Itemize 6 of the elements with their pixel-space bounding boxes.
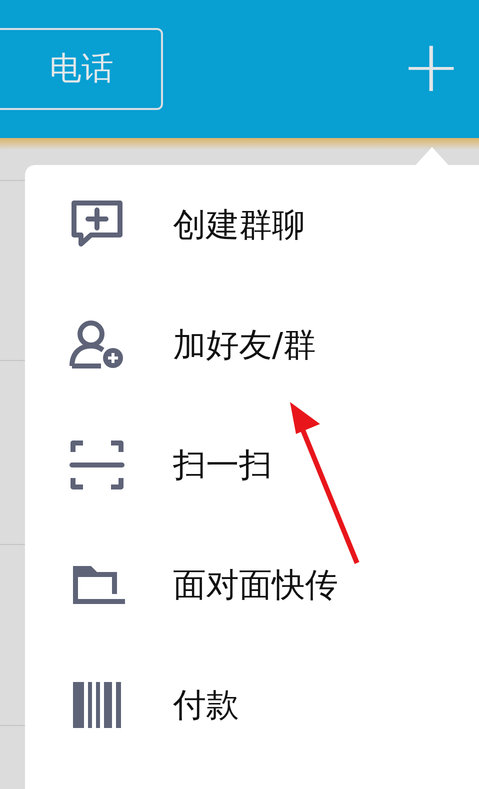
menu-item[interactable]: 创建群聊 bbox=[25, 165, 479, 285]
scan-icon bbox=[69, 438, 125, 492]
menu-item[interactable]: 加好友/群 bbox=[25, 285, 479, 405]
menu-item[interactable]: 扫一扫 bbox=[25, 405, 479, 525]
menu-item[interactable]: 付款 bbox=[25, 645, 479, 765]
menu-item[interactable]: 面对面快传 bbox=[25, 525, 479, 645]
